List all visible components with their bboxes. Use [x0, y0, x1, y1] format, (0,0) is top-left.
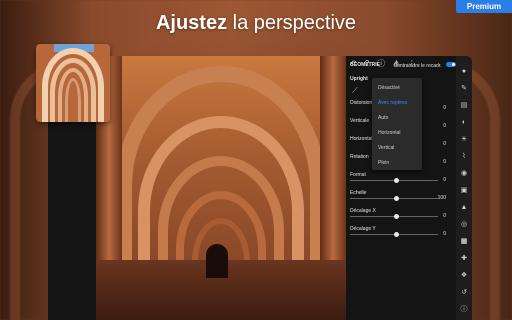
optics-icon[interactable]: ◎	[460, 221, 468, 229]
upright-guides-icon[interactable]: ⟋	[352, 87, 360, 95]
panel-title: GEOMETRIE	[350, 62, 381, 68]
slider-knob[interactable]	[394, 196, 399, 201]
photo-doorway	[206, 244, 228, 278]
slider-knob[interactable]	[394, 232, 399, 237]
slider-label: Rotation	[350, 154, 369, 160]
stamp-icon[interactable]: ◐	[460, 119, 468, 127]
slider-label: Décalage X	[350, 208, 376, 214]
dropdown-option[interactable]: Horizontal	[372, 125, 422, 140]
slider-offset-x[interactable]: Décalage X 0	[350, 208, 446, 219]
effects-icon[interactable]: ▣	[460, 187, 468, 195]
slider-scale[interactable]: Echelle 100	[350, 190, 446, 201]
slider-value: 0	[443, 141, 446, 147]
slider-label: Verticale	[350, 118, 370, 124]
constrain-label: Contraindre le recadr.	[393, 62, 442, 69]
headline: Ajustez la perspective	[0, 12, 512, 35]
temperature-icon[interactable]: ⌇	[460, 153, 468, 161]
detail-icon[interactable]: ▲	[460, 204, 468, 212]
slider-label: Décalage Y	[350, 226, 376, 232]
slider-format[interactable]: Format 0	[350, 172, 446, 183]
slider-value: 100	[437, 195, 446, 201]
headline-rest: la perspective	[227, 12, 357, 34]
slider-label: Distorsion	[350, 100, 373, 106]
before-thumbnail	[36, 44, 110, 122]
slider-label: Format	[350, 172, 366, 178]
slider-knob[interactable]	[394, 178, 399, 183]
upright-label: Upright	[350, 76, 368, 82]
slider-value: 0	[443, 177, 446, 183]
slider-value: 0	[443, 213, 446, 219]
info-icon[interactable]: ⓘ	[460, 306, 468, 314]
headline-bold: Ajustez	[155, 12, 228, 34]
panel-header: GEOMETRIE Contraindre le recadr.	[350, 60, 456, 70]
settings-icon[interactable]: ●	[460, 68, 468, 76]
versions-icon[interactable]: ❖	[460, 272, 468, 280]
slider-label: Echelle	[350, 190, 367, 196]
brush-icon[interactable]: ✎	[460, 85, 468, 93]
history-icon[interactable]: ↺	[460, 289, 468, 297]
upright-dropdown[interactable]: Désactivé Avec repères Auto Horizontal V…	[372, 78, 422, 170]
slider-knob[interactable]	[394, 214, 399, 219]
geometry-icon[interactable]: ▦	[460, 238, 468, 246]
dropdown-option[interactable]: Auto	[372, 110, 422, 125]
slider-value: 0	[443, 159, 446, 165]
light-icon[interactable]: ☀	[460, 136, 468, 144]
heal-icon[interactable]: ✚	[460, 255, 468, 263]
dropdown-option[interactable]: Plein	[372, 155, 422, 170]
dropdown-option-selected[interactable]: Avec repères	[372, 95, 422, 110]
slider-value: 0	[443, 231, 446, 237]
tool-sidebar: ● ✎ ▤ ◐ ☀ ⌇ ◉ ▣ ▲ ◎ ▦ ✚ ❖ ↺ ⓘ	[456, 56, 472, 320]
color-icon[interactable]: ◉	[460, 170, 468, 178]
slider-offset-y[interactable]: Décalage Y 0	[350, 226, 446, 237]
slider-value: 0	[443, 105, 446, 111]
thumbnail-arch	[65, 78, 81, 122]
constrain-toggle[interactable]	[446, 61, 456, 67]
photo-canvas[interactable]	[96, 56, 346, 320]
dropdown-option[interactable]: Désactivé	[372, 80, 422, 95]
constrain-toggle-group: Contraindre le recadr.	[393, 61, 456, 69]
premium-badge[interactable]: Premium	[456, 0, 512, 13]
slider-value: 0	[443, 123, 446, 129]
gradient-icon[interactable]: ▤	[460, 102, 468, 110]
dropdown-option[interactable]: Vertical	[372, 140, 422, 155]
slider-label: Horizontal	[350, 136, 373, 142]
